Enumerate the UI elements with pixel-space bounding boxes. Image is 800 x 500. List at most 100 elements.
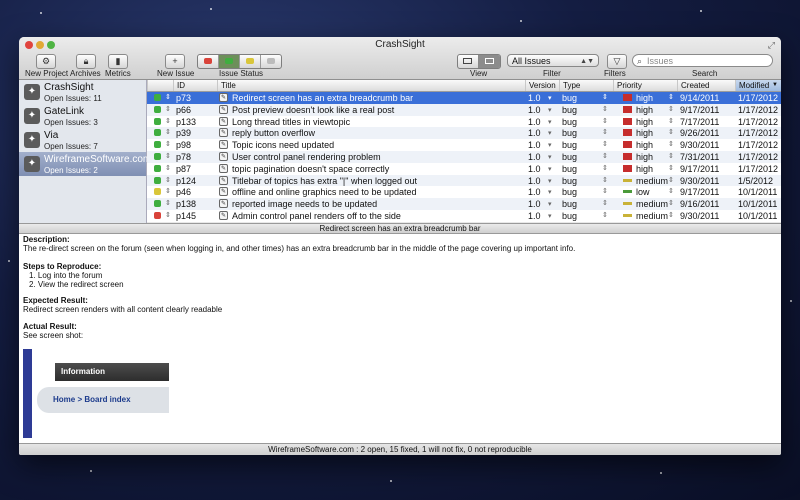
- screenshot-attachment[interactable]: Information Home > Board index: [23, 349, 169, 438]
- metrics-button[interactable]: ▮: [108, 54, 128, 69]
- version-dropdown-icon[interactable]: ▾: [548, 153, 552, 161]
- table-row[interactable]: ⇕ p73 ✎ Redirect screen has an extra breadc…: [147, 92, 781, 104]
- priority-stepper-icon[interactable]: ⇕: [668, 105, 674, 113]
- status-indicator[interactable]: [154, 117, 161, 125]
- priority-stepper-icon[interactable]: ⇕: [668, 128, 674, 136]
- priority-stepper-icon[interactable]: ⇕: [668, 140, 674, 148]
- status-stepper-icon[interactable]: ⇕: [165, 152, 171, 160]
- priority-stepper-icon[interactable]: ⇕: [668, 93, 674, 101]
- status-footer: WireframeSoftware.com : 2 open, 15 fixed…: [19, 443, 781, 455]
- filters-button[interactable]: ▽: [607, 54, 627, 69]
- status-indicator[interactable]: [154, 105, 161, 113]
- version-dropdown-icon[interactable]: ▾: [548, 106, 552, 114]
- issue-version: 1.0: [528, 175, 541, 186]
- type-stepper-icon[interactable]: ⇕: [602, 164, 608, 172]
- status-indicator[interactable]: [154, 129, 161, 137]
- version-dropdown-icon[interactable]: ▾: [548, 129, 552, 137]
- status-indicator[interactable]: [154, 212, 161, 219]
- status-stepper-icon[interactable]: ⇕: [165, 93, 171, 101]
- table-row[interactable]: ⇕ p39 ✎ reply button overflow 1.0 ▾ bug ⇕ high ⇕ 9…: [147, 127, 781, 140]
- status-stepper-icon[interactable]: ⇕: [165, 164, 171, 172]
- sidebar-item-wireframesoftware[interactable]: ✦ WireframeSoftware.com Open Issues: 2: [19, 152, 151, 176]
- status-indicator[interactable]: [154, 200, 161, 208]
- column-header-id[interactable]: ID: [173, 80, 217, 91]
- filter-popup[interactable]: All Issues ▲▼: [507, 54, 599, 67]
- version-dropdown-icon[interactable]: ▾: [548, 94, 552, 102]
- version-dropdown-icon[interactable]: ▾: [548, 165, 552, 173]
- table-row[interactable]: ⇕ p145 ✎ Admin control panel renders off to…: [147, 210, 781, 222]
- status-green-button[interactable]: [219, 55, 240, 68]
- version-dropdown-icon[interactable]: ▾: [548, 188, 552, 196]
- status-stepper-icon[interactable]: ⇕: [165, 199, 171, 207]
- status-stepper-icon[interactable]: ⇕: [165, 187, 171, 195]
- priority-stepper-icon[interactable]: ⇕: [668, 199, 674, 207]
- type-stepper-icon[interactable]: ⇕: [602, 117, 608, 125]
- column-header-type[interactable]: Type: [559, 80, 613, 91]
- status-red-button[interactable]: [198, 55, 219, 68]
- column-header-modified[interactable]: Modified ▼: [735, 80, 781, 91]
- status-yellow-button[interactable]: [240, 55, 261, 68]
- status-stepper-icon[interactable]: ⇕: [165, 176, 171, 184]
- table-row[interactable]: ⇕ p87 ✎ topic pagination doesn't space corr…: [147, 163, 781, 175]
- type-stepper-icon[interactable]: ⇕: [602, 199, 608, 207]
- new-issue-button[interactable]: +: [165, 54, 185, 69]
- version-dropdown-icon[interactable]: ▾: [548, 118, 552, 126]
- issue-modified: 1/17/2012: [738, 152, 779, 162]
- version-dropdown-icon[interactable]: ▾: [548, 200, 552, 208]
- type-stepper-icon[interactable]: ⇕: [602, 93, 608, 101]
- sidebar-item-crashsight[interactable]: ✦ CrashSight Open Issues: 11: [19, 80, 146, 104]
- priority-stepper-icon[interactable]: ⇕: [668, 176, 674, 184]
- type-stepper-icon[interactable]: ⇕: [602, 176, 608, 184]
- status-indicator[interactable]: [154, 141, 161, 149]
- issue-type-icon: ✎: [219, 128, 228, 138]
- status-stepper-icon[interactable]: ⇕: [165, 128, 171, 136]
- type-stepper-icon[interactable]: ⇕: [602, 211, 608, 219]
- status-indicator[interactable]: [154, 176, 161, 184]
- table-row[interactable]: ⇕ p133 ✎ Long thread titles in viewtopic 1.0…: [147, 116, 781, 128]
- priority-stepper-icon[interactable]: ⇕: [668, 187, 674, 195]
- table-row[interactable]: ⇕ p46 ✎ offline and online graphics need to…: [147, 186, 781, 198]
- view-split-button[interactable]: [458, 55, 479, 68]
- column-header-created[interactable]: Created: [677, 80, 735, 91]
- sidebar-item-gatelink[interactable]: ✦ GateLink Open Issues: 3: [19, 104, 146, 128]
- table-row[interactable]: ⇕ p138 ✎ reported image needs to be updated…: [147, 198, 781, 210]
- priority-stepper-icon[interactable]: ⇕: [668, 211, 674, 219]
- status-indicator[interactable]: [154, 153, 161, 160]
- type-stepper-icon[interactable]: ⇕: [602, 187, 608, 195]
- view-stacked-button[interactable]: [479, 55, 500, 68]
- table-row[interactable]: ⇕ p66 ✎ Post preview doesn't look like a re…: [147, 103, 781, 116]
- new-project-button[interactable]: ⚙: [36, 54, 56, 69]
- issue-version: 1.0: [528, 140, 541, 151]
- search-input[interactable]: ⌕ Issues: [632, 54, 773, 67]
- status-stepper-icon[interactable]: ⇕: [165, 117, 171, 125]
- table-row[interactable]: ⇕ p98 ✎ Topic icons need updated 1.0 ▾ bug ⇕ hig…: [147, 139, 781, 151]
- status-stepper-icon[interactable]: ⇕: [165, 105, 171, 113]
- status-stepper-icon[interactable]: ⇕: [165, 211, 171, 219]
- fullscreen-icon[interactable]: ⤢: [768, 40, 775, 51]
- column-header-title[interactable]: Title: [217, 80, 525, 91]
- sidebar-item-via[interactable]: ✦ Via Open Issues: 7: [19, 128, 146, 152]
- priority-stepper-icon[interactable]: ⇕: [668, 117, 674, 125]
- status-indicator[interactable]: [154, 188, 161, 196]
- version-dropdown-icon[interactable]: ▾: [548, 141, 552, 149]
- type-stepper-icon[interactable]: ⇕: [602, 140, 608, 148]
- status-gray-button[interactable]: [261, 55, 281, 68]
- table-row[interactable]: ⇕ p124 ✎ Titlebar of topics has extra "|" w…: [147, 174, 781, 187]
- column-header-version[interactable]: Version: [525, 80, 559, 91]
- version-dropdown-icon[interactable]: ▾: [548, 177, 552, 185]
- status-indicator[interactable]: [154, 164, 161, 172]
- column-header-priority[interactable]: Priority: [613, 80, 677, 91]
- status-stepper-icon[interactable]: ⇕: [165, 140, 171, 148]
- type-stepper-icon[interactable]: ⇕: [602, 152, 608, 160]
- lock-icon: 🔒︎: [83, 56, 89, 66]
- table-row[interactable]: ⇕ p78 ✎ User control panel rendering proble…: [147, 151, 781, 163]
- type-stepper-icon[interactable]: ⇕: [602, 105, 608, 113]
- priority-stepper-icon[interactable]: ⇕: [668, 164, 674, 172]
- type-stepper-icon[interactable]: ⇕: [602, 128, 608, 136]
- archives-button[interactable]: 🔒︎: [76, 54, 96, 69]
- column-header-status[interactable]: [147, 80, 173, 91]
- issue-modified: 1/17/2012: [738, 128, 779, 139]
- status-indicator[interactable]: [154, 94, 161, 101]
- priority-stepper-icon[interactable]: ⇕: [668, 152, 674, 160]
- version-dropdown-icon[interactable]: ▾: [548, 212, 552, 220]
